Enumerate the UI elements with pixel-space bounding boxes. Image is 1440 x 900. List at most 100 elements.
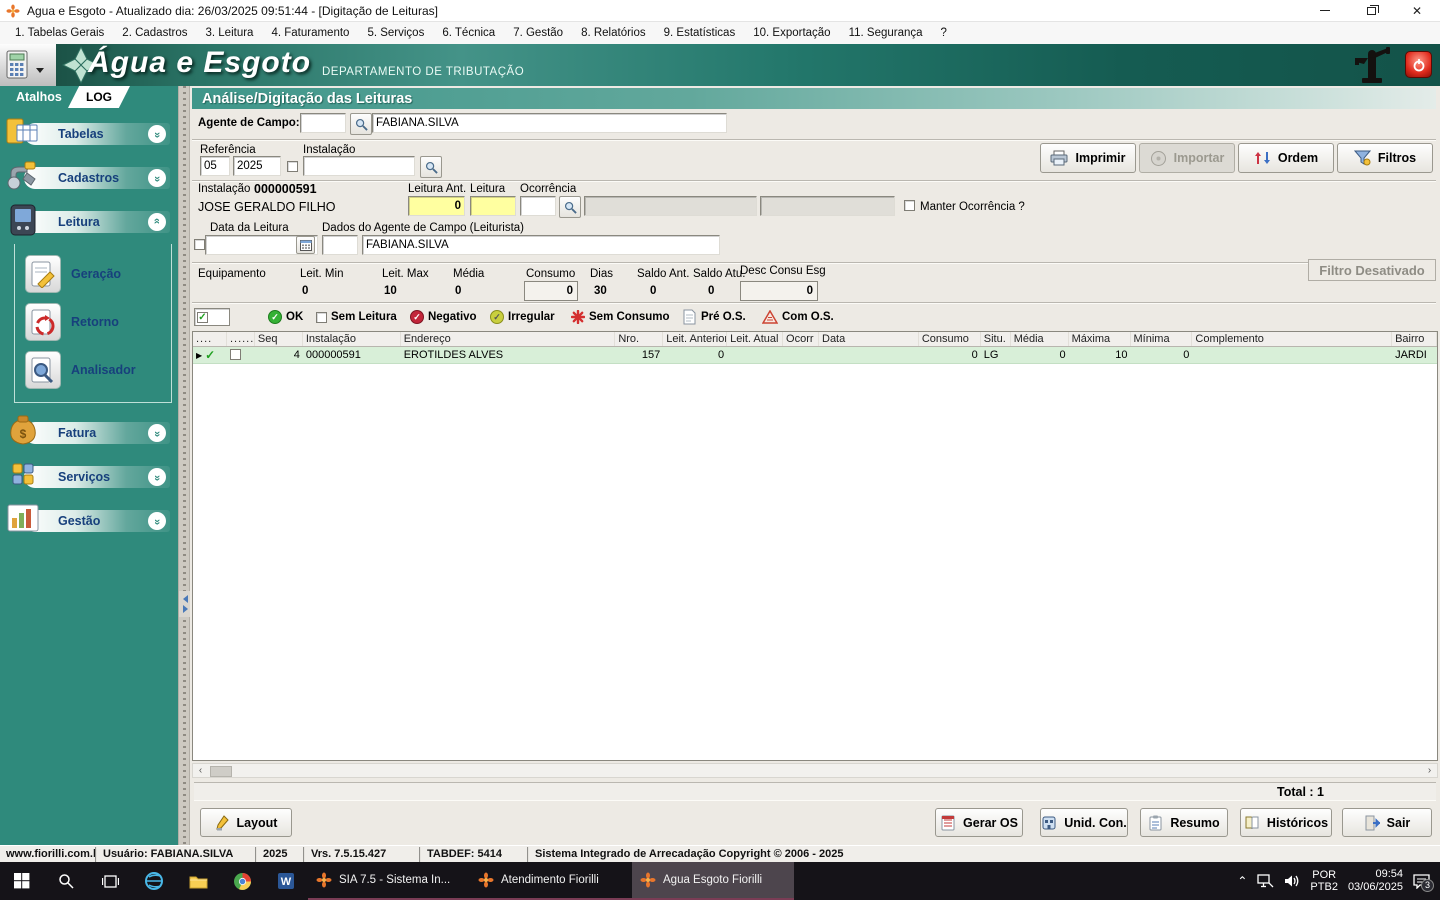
menu-relatorios[interactable]: 8. Relatórios xyxy=(572,24,655,42)
imprimir-button[interactable]: Imprimir xyxy=(1040,143,1136,173)
sem-leitura-checkbox[interactable] xyxy=(316,312,327,323)
sidebar-item-analisador[interactable]: Analisador xyxy=(15,346,171,394)
file-explorer-button[interactable] xyxy=(176,862,220,900)
start-button[interactable] xyxy=(0,862,44,900)
agente-name-field[interactable] xyxy=(372,113,727,133)
table-row[interactable]: ▶ ✓ 4 000000591 EROTILDES ALVES 157 0 0 … xyxy=(193,347,1437,364)
chevron-down-icon[interactable]: » xyxy=(148,125,166,143)
agente-search-button[interactable] xyxy=(350,113,372,135)
menu-cadastros[interactable]: 2. Cadastros xyxy=(113,24,196,42)
leiturista-code-input[interactable] xyxy=(322,235,358,255)
instalacao-search-button[interactable] xyxy=(420,156,442,178)
ocorrencia-code-input[interactable] xyxy=(520,196,556,216)
internet-explorer-button[interactable] xyxy=(132,862,176,900)
sidebar-group-cadastros[interactable]: Cadastros » xyxy=(0,156,178,200)
col-nro: Nro. xyxy=(615,332,663,346)
language-indicator[interactable]: POR PTB2 xyxy=(1310,869,1338,893)
cell-complemento xyxy=(1192,347,1392,363)
menu-estatisticas[interactable]: 9. Estatísticas xyxy=(655,24,745,42)
layout-button[interactable]: Layout xyxy=(200,808,292,837)
row-checkbox[interactable] xyxy=(230,349,241,360)
instalacao-busca-input[interactable] xyxy=(303,156,415,176)
status-website: www.fiorilli.com.br xyxy=(0,847,97,862)
menu-tabelas-gerais[interactable]: 1. Tabelas Gerais xyxy=(6,24,113,42)
menu-servicos[interactable]: 5. Serviços xyxy=(358,24,433,42)
task-view-button[interactable] xyxy=(88,862,132,900)
leitura-anterior-input[interactable] xyxy=(408,196,465,216)
sidebar-group-leitura[interactable]: Leitura » xyxy=(0,200,178,244)
internet-explorer-icon xyxy=(144,871,164,891)
ordem-button[interactable]: Ordem xyxy=(1238,143,1334,173)
calculator-icon[interactable] xyxy=(6,50,30,80)
manter-ocorrencia-checkbox[interactable] xyxy=(904,200,915,211)
ocorrencia-search-button[interactable] xyxy=(559,196,581,218)
task-agua-esgoto[interactable]: Agua Esgoto Fiorilli xyxy=(632,862,794,900)
speaker-icon[interactable] xyxy=(1284,874,1300,888)
select-all-box[interactable]: ✓ xyxy=(194,308,230,326)
sidebar-item-retorno[interactable]: Retorno xyxy=(15,298,171,346)
stat-media-label: Média xyxy=(453,268,484,280)
tab-log[interactable]: LOG xyxy=(68,86,130,108)
referencia-year-input[interactable] xyxy=(233,156,281,176)
clock[interactable]: 09:54 03/06/2025 xyxy=(1348,868,1403,894)
scrollbar-thumb[interactable] xyxy=(210,766,232,777)
agente-code-input[interactable] xyxy=(300,113,346,133)
sidebar-group-servicos[interactable]: Serviços » xyxy=(0,455,178,499)
restore-button[interactable] xyxy=(1348,0,1394,22)
chevron-down-icon[interactable]: » xyxy=(148,468,166,486)
task-atendimento[interactable]: Atendimento Fiorilli xyxy=(470,862,632,900)
sidebar-group-gestao[interactable]: Gestão » xyxy=(0,499,178,543)
importar-button[interactable]: Importar xyxy=(1139,143,1235,173)
gerar-os-button[interactable]: Gerar OS xyxy=(935,808,1023,837)
chevron-down-icon[interactable]: » xyxy=(148,169,166,187)
word-button[interactable]: W xyxy=(264,862,308,900)
referencia-month-input[interactable] xyxy=(200,156,230,176)
leiturista-name-field[interactable] xyxy=(362,235,720,255)
historicos-button[interactable]: Históricos xyxy=(1240,808,1332,837)
section-title: Análise/Digitação das Leituras xyxy=(192,88,1436,109)
agente-de-campo-label: Agente de Campo: xyxy=(198,117,300,129)
tray-chevron-up-icon[interactable]: ⌃ xyxy=(1237,874,1247,888)
stat-media-value: 0 xyxy=(455,285,461,297)
power-button[interactable] xyxy=(1405,51,1432,78)
menu-help[interactable]: ? xyxy=(932,24,956,42)
menu-leitura[interactable]: 3. Leitura xyxy=(197,24,263,42)
filtros-button[interactable]: Filtros xyxy=(1337,143,1433,173)
chevron-up-icon[interactable]: » xyxy=(148,213,166,231)
instalacao-busca-label: Instalação xyxy=(303,144,355,156)
scroll-right-arrow[interactable]: › xyxy=(1422,764,1437,777)
stat-saldoatu-label: Saldo Atu. xyxy=(693,268,745,280)
stat-descconsu-label: Desc Consu Esg xyxy=(740,265,826,277)
referencia-checkbox[interactable] xyxy=(287,161,298,172)
resumo-button[interactable]: Resumo xyxy=(1140,808,1228,837)
banner-dropdown-caret[interactable] xyxy=(36,68,44,73)
unid-con-button[interactable]: Unid. Con. xyxy=(1040,808,1128,837)
minimize-button[interactable] xyxy=(1302,0,1348,22)
taskbar-search-button[interactable] xyxy=(44,862,88,900)
calendar-button[interactable] xyxy=(296,236,315,254)
sidebar-item-geracao[interactable]: Geração xyxy=(15,250,171,298)
scroll-left-arrow[interactable]: ‹ xyxy=(193,764,208,777)
data-leitura-checkbox[interactable] xyxy=(194,239,205,250)
menu-tecnica[interactable]: 6. Técnica xyxy=(433,24,504,42)
menu-gestao[interactable]: 7. Gestão xyxy=(504,24,572,42)
close-button[interactable]: ✕ xyxy=(1394,0,1440,22)
sair-button[interactable]: Sair xyxy=(1342,808,1432,837)
network-icon[interactable] xyxy=(1257,874,1274,888)
chevron-down-icon[interactable]: » xyxy=(148,424,166,442)
sidebar-group-fatura[interactable]: $ Fatura » xyxy=(0,411,178,455)
tab-atalhos[interactable]: Atalhos xyxy=(16,90,62,104)
task-sia[interactable]: SIA 7.5 - Sistema In... xyxy=(308,862,470,900)
action-center-button[interactable]: 3 xyxy=(1413,874,1430,889)
horizontal-scrollbar[interactable]: ‹ › xyxy=(192,763,1438,778)
chrome-button[interactable] xyxy=(220,862,264,900)
sidebar-group-tabelas[interactable]: Tabelas » xyxy=(0,112,178,156)
menu-exportacao[interactable]: 10. Exportação xyxy=(744,24,839,42)
menu-faturamento[interactable]: 4. Faturamento xyxy=(262,24,358,42)
filtro-desativado-button[interactable]: Filtro Desativado xyxy=(1308,259,1436,281)
chevron-down-icon[interactable]: » xyxy=(148,512,166,530)
sidebar-splitter[interactable] xyxy=(178,86,190,845)
leitura-input[interactable] xyxy=(470,196,516,216)
stat-dias-label: Dias xyxy=(590,268,613,280)
menu-seguranca[interactable]: 11. Segurança xyxy=(840,24,932,42)
